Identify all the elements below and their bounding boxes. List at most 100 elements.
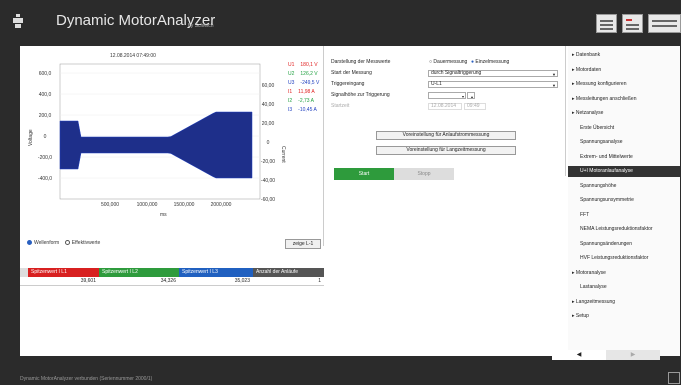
x-tick-label: 2000,000: [211, 202, 232, 208]
table-row[interactable]: 39,601 34,326 35,023 1: [20, 277, 324, 286]
sidebar-item-label: NEMA Leistungsreduktionsfaktor: [580, 226, 653, 232]
legend-name: I2: [288, 98, 293, 104]
sidebar-item[interactable]: ▸ Datenbank: [568, 50, 680, 61]
legend-item: I2 -2,73 A: [288, 97, 324, 106]
legend-value: 11,98 A: [298, 89, 315, 95]
y-tick-label: -400,0: [38, 176, 52, 182]
app-logo-icon: [13, 14, 23, 28]
startzeit-date-value: 12.08.2014: [431, 103, 457, 109]
y-tick-label: 0: [44, 134, 47, 140]
start-select[interactable]: durch Signaltriggerung ▼: [428, 70, 558, 77]
sidebar-item-label: Spannungsanalyse: [580, 139, 623, 145]
y2-tick-label: -40,00: [261, 178, 275, 184]
title-bar: Dynamic MotorAnalyzer by Schleich: [0, 0, 681, 42]
x-tick-label: 1000,000: [137, 202, 158, 208]
sidebar-item[interactable]: ▸ Langzeitmessung: [568, 297, 680, 308]
zeige-button[interactable]: zeige L-1: [285, 239, 321, 249]
col-header-l1: Spitzenwert I L1: [28, 268, 99, 277]
x-axis-label: ms: [160, 212, 167, 218]
sidebar-item-label: Spannungsänderungen: [580, 240, 632, 247]
y2-tick-label: -60,00: [261, 197, 275, 203]
sidebar-item[interactable]: Extrem- und Mittelwerte: [568, 152, 680, 163]
y2-axis-label: Current: [280, 146, 286, 163]
sidebar-item[interactable]: Spannungsänderungen: [568, 239, 680, 250]
y-tick-label: 400,0: [39, 92, 52, 98]
legend-value: -10,45 A: [298, 107, 317, 113]
radio-waveform[interactable]: [27, 240, 32, 246]
status-text: Dynamic MotorAnalyzer verbunden (Serienn…: [20, 376, 153, 382]
sidebar-item[interactable]: U+I Motoranlaufanalyse: [568, 166, 680, 177]
y-tick-label: 600,0: [39, 71, 52, 77]
print-icon[interactable]: [596, 14, 617, 33]
sidebar-item[interactable]: ▸ Messung konfigurieren: [568, 79, 680, 90]
legend-name: I3: [288, 107, 293, 113]
trigger-select[interactable]: U-L1 ▼: [428, 81, 558, 88]
sidebar-item[interactable]: NEMA Leistungsreduktionsfaktor: [568, 224, 680, 235]
export-icon[interactable]: [648, 14, 681, 33]
legend-name: U1: [288, 62, 295, 68]
x-tick-label: 500,000: [101, 202, 119, 208]
radio-continuous[interactable]: ○ Dauermessung: [429, 59, 467, 65]
sidebar-item[interactable]: ▸ Motordaten: [568, 65, 680, 76]
legend-name: I1: [288, 89, 293, 95]
start-label: Start der Messung: [331, 70, 372, 76]
sidebar-item-label: ▸ Messleitungen anschließen: [572, 95, 637, 102]
sidebar-item-label: ▸ Motoranalyse: [572, 269, 606, 276]
radio-single[interactable]: ● Einzelmessung: [471, 59, 509, 65]
y2-tick-label: -20,00: [261, 159, 275, 165]
trigger-row: Triggereingang U-L1 ▼: [331, 81, 561, 88]
start-button[interactable]: Start: [334, 168, 394, 180]
sidebar-item[interactable]: Spannungsunsymmetrie: [568, 195, 680, 206]
legend-value: -249,5 V: [300, 80, 320, 86]
legend-item: I1 11,98 A: [288, 88, 324, 97]
sidebar-item-label: Spannungshöhe: [580, 182, 617, 189]
sidebar-item-label: Spannungsunsymmetrie: [580, 197, 634, 203]
startzeit-row: Startzeit 12.08.2014 09:49: [331, 103, 561, 110]
arrow-left-icon: ◀: [576, 352, 582, 358]
legend-item: U1 180,1 V: [288, 61, 324, 70]
sidebar-item[interactable]: ▸ Motoranalyse: [568, 268, 680, 279]
navigation-sidebar: ▸ Datenbank ▸ Motordaten ▸ Messung konfigu…: [568, 46, 680, 356]
sidebar-item[interactable]: ▸ Netzanalyse: [568, 108, 680, 119]
status-bar: Dynamic MotorAnalyzer verbunden (Serienn…: [0, 372, 681, 385]
radio-rms[interactable]: [64, 240, 70, 246]
arrow-right-icon: ▶: [630, 352, 636, 358]
sidebar-item-label: ▸ Setup: [572, 313, 589, 319]
preset-longterm-button[interactable]: Voreinstellung für Langzeitmessung: [376, 146, 516, 155]
sidebar-item-label: ▸ Messung konfigurieren: [572, 81, 627, 87]
prev-button[interactable]: ◀: [552, 350, 606, 360]
sidebar-item[interactable]: Spannungsanalyse: [568, 137, 680, 148]
sidebar-item[interactable]: HVF Leistungsreduktionsfaktor: [568, 253, 680, 264]
sidebar-item-label: HVF Leistungsreduktionsfaktor: [580, 255, 649, 261]
mode-row: Darstellung der Messwerte ○ Dauermessung…: [331, 59, 561, 66]
stop-button[interactable]: Stopp: [394, 168, 454, 180]
report-icon[interactable]: [622, 14, 643, 33]
chevron-up-icon: ▴: [470, 94, 473, 99]
corner-icon[interactable]: [668, 372, 680, 384]
startzeit-date: 12.08.2014: [428, 103, 462, 110]
table-cell: 1: [253, 277, 324, 286]
sidebar-item-label: ▸ Langzeitmessung: [572, 298, 616, 305]
legend-value: 180,1 V: [300, 62, 318, 68]
sidebar-item[interactable]: FFT: [568, 210, 680, 221]
signal-label: Signalhöhe zur Triggerung: [331, 92, 390, 98]
sidebar-item[interactable]: Erste Übersicht: [568, 123, 680, 134]
start-select-value: durch Signaltriggerung: [431, 70, 482, 76]
sidebar-item[interactable]: Lastanalyse: [568, 282, 680, 293]
sidebar-item-label: ▸ Netzanalyse: [572, 110, 604, 116]
startzeit-label: Startzeit: [331, 103, 350, 109]
sidebar-item-label: Lastanalyse: [580, 284, 607, 290]
sidebar-item[interactable]: ▸ Setup: [568, 311, 680, 322]
preset-startup-button[interactable]: Voreinstellung für Anlaufstrommessung: [376, 131, 516, 140]
sidebar-item[interactable]: ▸ Messleitungen anschließen: [568, 94, 680, 105]
legend-value: -2,73 A: [298, 98, 315, 104]
trigger-label: Triggereingang: [331, 81, 365, 87]
signal-stepper[interactable]: ▴: [467, 92, 475, 99]
sidebar-item[interactable]: Spannungshöhe: [568, 181, 680, 192]
signal-input[interactable]: ▾: [428, 92, 466, 99]
next-button[interactable]: ▶: [606, 350, 660, 360]
sidebar-item-label: Extrem- und Mittelwerte: [580, 153, 633, 160]
legend-name: U3: [288, 80, 295, 86]
chevron-down-icon: ▼: [552, 83, 556, 88]
y-tick-label: -200,0: [38, 155, 52, 161]
